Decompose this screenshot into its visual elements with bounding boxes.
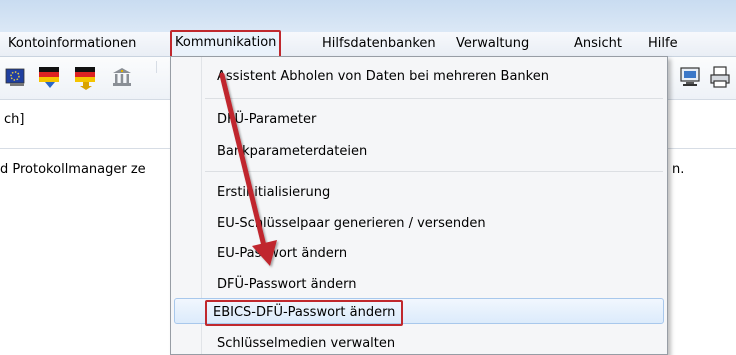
menu-item-assistent-abholen[interactable]: Assistent Abholen von Daten bei mehreren…	[217, 66, 549, 88]
menu-item-schluesselmedien[interactable]: Schlüsselmedien verwalten	[217, 333, 395, 355]
field-divider	[0, 148, 170, 149]
status-text: d Protokollmanager ze	[0, 162, 146, 177]
menu-ansicht[interactable]: Ansicht	[570, 32, 626, 56]
computer-icon[interactable]	[676, 63, 704, 91]
menu-bar: Kontoinformationen Kommunikation Hilfsda…	[0, 30, 736, 58]
field-divider-right	[668, 148, 736, 149]
field-text: ch]	[4, 112, 25, 127]
toolbar-separator	[156, 61, 157, 73]
menu-separator	[205, 98, 663, 99]
german-flag-download-icon[interactable]	[36, 63, 64, 91]
menu-hilfe[interactable]: Hilfe	[644, 32, 682, 56]
eu-flag-icon[interactable]	[2, 63, 30, 91]
menu-kommunikation[interactable]: Kommunikation	[170, 30, 282, 58]
menu-item-dfue-passwort[interactable]: DFÜ-Passwort ändern	[217, 274, 356, 296]
menu-item-eu-schluesselpaar[interactable]: EU-Schlüsselpaar generieren / versenden	[217, 213, 486, 235]
menu-item-bankparameterdateien[interactable]: Bankparameterdateien	[217, 141, 367, 163]
menu-item-eu-passwort[interactable]: EU-Passwort ändern	[217, 243, 347, 265]
menu-verwaltung[interactable]: Verwaltung	[452, 32, 533, 56]
menu-item-erstinitialisierung[interactable]: Erstinitialisierung	[217, 182, 330, 204]
menu-item-dfue-parameter[interactable]: DFÜ-Parameter	[217, 109, 316, 131]
german-flag-upload-icon[interactable]	[72, 63, 100, 91]
status-text-tail: n.	[672, 162, 685, 177]
printer-icon[interactable]	[706, 63, 734, 91]
bank-icon[interactable]	[108, 63, 136, 91]
menu-hilfsdatenbanken[interactable]: Hilfsdatenbanken	[318, 32, 440, 56]
window-titlebar	[0, 0, 736, 32]
menu-kontoinformationen[interactable]: Kontoinformationen	[4, 32, 140, 56]
menu-item-ebics-dfue-passwort[interactable]: EBICS-DFÜ-Passwort ändern	[205, 300, 404, 326]
menu-separator	[205, 171, 663, 172]
kommunikation-dropdown-menu: Assistent Abholen von Daten bei mehreren…	[170, 56, 668, 355]
